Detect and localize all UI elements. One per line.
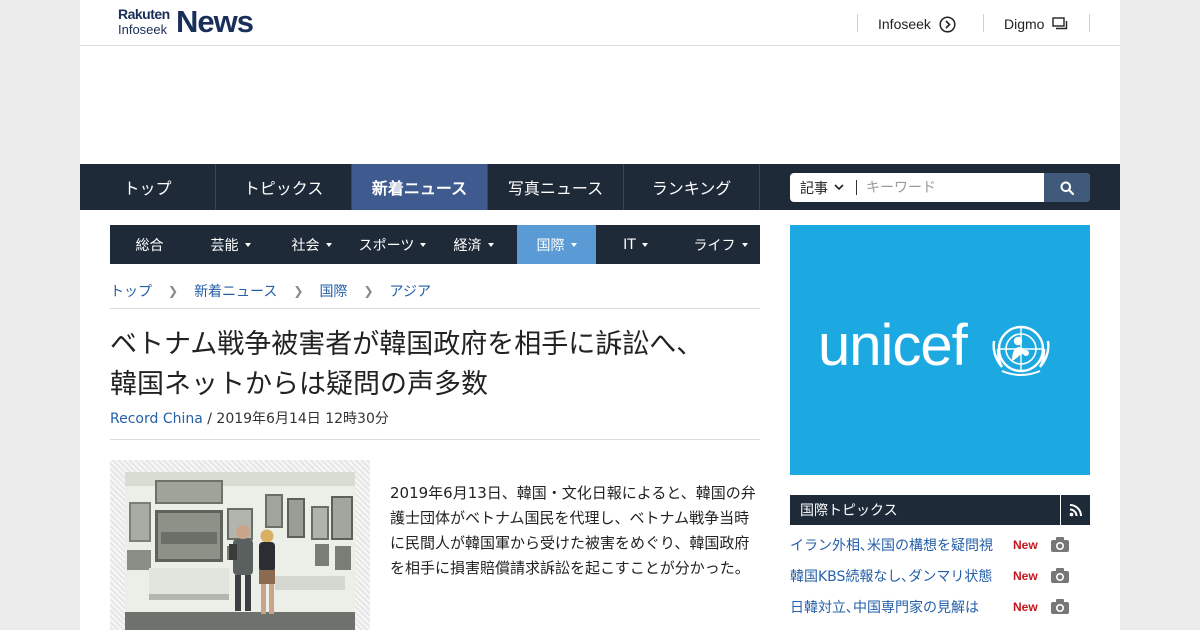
camera-icon	[1051, 537, 1069, 552]
article-byline: Record China / 2019年6月14日 12時30分	[110, 408, 389, 428]
new-badge: New	[1013, 569, 1038, 583]
article-photo[interactable]	[125, 472, 355, 630]
chevron-right-icon: ❯	[168, 284, 179, 298]
topic-item[interactable]: 韓国KBS続報なし､ダンマリ状態 New	[790, 564, 1090, 588]
category-nav: 総合 芸能 社会 スポーツ 経済 国際 IT ライフ	[110, 225, 760, 264]
main-nav-top[interactable]: トップ	[80, 164, 216, 210]
main-nav-photo-news[interactable]: 写真ニュース	[488, 164, 624, 210]
rss-button[interactable]	[1060, 495, 1090, 525]
search-box: 記事	[790, 173, 1090, 202]
header-divider	[857, 14, 858, 32]
breadcrumb: トップ ❯ 新着ニュース ❯ 国際 ❯ アジア	[110, 281, 760, 309]
category-entertainment[interactable]: 芸能	[191, 225, 270, 264]
infoseek-link-label: Infoseek	[878, 16, 931, 32]
article-date: / 2019年6月14日 12時30分	[202, 411, 389, 427]
category-label: スポーツ	[358, 237, 415, 254]
search-divider	[856, 180, 857, 195]
chevron-right-icon: ❯	[293, 284, 304, 298]
category-sports[interactable]: スポーツ	[353, 225, 432, 264]
museum-photo-image	[125, 472, 355, 630]
caret-down-icon	[244, 242, 251, 247]
logo-infoseek-text: Infoseek	[118, 22, 168, 37]
topic-title: 韓国KBS続報なし､ダンマリ状態	[790, 569, 993, 585]
breadcrumb-link-international[interactable]: 国際	[319, 281, 347, 301]
caret-down-icon	[570, 242, 577, 247]
search-button[interactable]	[1044, 173, 1090, 202]
search-category-label: 記事	[800, 180, 828, 197]
divider	[110, 439, 760, 440]
camera-icon	[1051, 568, 1069, 583]
category-label: 総合	[135, 237, 164, 254]
international-topics-header: 国際トピックス	[790, 495, 1090, 525]
camera-icon	[1051, 599, 1069, 614]
windows-icon	[1052, 17, 1068, 30]
digmo-link[interactable]: Digmo	[1004, 14, 1069, 34]
article-title: ベトナム戦争被害者が韓国政府を相手に訴訟へ、 韓国ネットからは疑問の声多数	[110, 325, 760, 405]
breadcrumb-link-new-news[interactable]: 新着ニュース	[194, 281, 277, 301]
header-divider	[1089, 14, 1090, 32]
category-general[interactable]: 総合	[110, 225, 189, 264]
caret-down-icon	[325, 242, 332, 247]
main-nav-new-news[interactable]: 新着ニュース	[352, 164, 488, 210]
search-category-select[interactable]: 記事	[800, 173, 844, 202]
logo-brand: Rakuten Infoseek	[118, 6, 174, 38]
category-it[interactable]: IT	[596, 225, 675, 264]
chevron-down-icon	[834, 184, 844, 191]
topic-title: 日韓対立､中国専門家の見解は	[790, 600, 979, 616]
category-life[interactable]: ライフ	[681, 225, 760, 264]
main-nav: トップ トピックス 新着ニュース 写真ニュース ランキング 記事	[80, 164, 1120, 210]
caret-down-icon	[641, 242, 648, 247]
category-international[interactable]: 国際	[517, 225, 596, 264]
category-label: 芸能	[210, 237, 239, 254]
header-divider	[983, 14, 984, 32]
category-label: IT	[623, 236, 636, 253]
unicef-ad-banner[interactable]: unicef	[790, 225, 1090, 475]
category-label: 社会	[291, 237, 320, 254]
main-nav-topics[interactable]: トピックス	[216, 164, 352, 210]
unicef-emblem-icon	[992, 325, 1050, 376]
topics-title: 国際トピックス	[800, 503, 898, 519]
site-header: Rakuten Infoseek News Infoseek Digmo	[80, 0, 1120, 46]
search-input[interactable]	[866, 176, 1036, 199]
topic-item[interactable]: イラン外相､米国の構想を疑問視 New	[790, 533, 1090, 557]
article-source-link[interactable]: Record China	[110, 411, 203, 427]
topic-item[interactable]: 日韓対立､中国専門家の見解は New	[790, 595, 1090, 619]
logo-news-text: News	[176, 4, 254, 39]
article-photo-frame	[110, 460, 370, 630]
caret-down-icon	[487, 242, 494, 247]
digmo-link-label: Digmo	[1004, 16, 1045, 32]
category-economy[interactable]: 経済	[434, 225, 513, 264]
article-body: 2019年6月13日、韓国・文化日報によると、韓国の弁護士団体がベトナム国民を代…	[390, 484, 756, 577]
category-society[interactable]: 社会	[272, 225, 351, 264]
caret-down-icon	[420, 242, 427, 247]
ad-logo-text: unicef	[818, 313, 968, 378]
arrow-circle-right-icon	[939, 15, 956, 33]
category-label: 経済	[453, 237, 482, 254]
search-icon	[1060, 181, 1074, 195]
rss-icon	[1069, 504, 1082, 517]
category-label: ライフ	[693, 237, 736, 254]
chevron-right-icon: ❯	[363, 284, 374, 298]
infoseek-link[interactable]: Infoseek	[878, 14, 956, 34]
caret-down-icon	[741, 242, 748, 247]
category-label: 国際	[536, 237, 565, 254]
article-title-line: 韓国ネットからは疑問の声多数	[110, 369, 488, 400]
article-title-line: ベトナム戦争被害者が韓国政府を相手に訴訟へ、	[110, 329, 704, 360]
topic-title: イラン外相､米国の構想を疑問視	[790, 538, 993, 554]
main-nav-ranking[interactable]: ランキング	[624, 164, 760, 210]
breadcrumb-link-asia[interactable]: アジア	[390, 281, 431, 301]
new-badge: New	[1013, 600, 1038, 614]
new-badge: New	[1013, 538, 1038, 552]
logo-rakuten-text: Rakuten	[118, 6, 170, 22]
page: Rakuten Infoseek News Infoseek Digmo トップ…	[80, 0, 1120, 630]
breadcrumb-link-top[interactable]: トップ	[110, 281, 152, 301]
